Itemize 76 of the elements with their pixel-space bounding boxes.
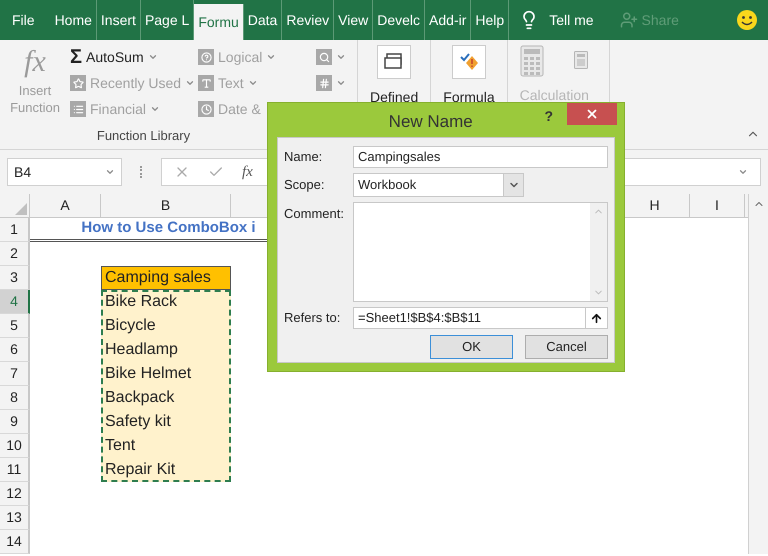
close-icon [585,107,599,121]
help-button[interactable]: ? [544,106,553,127]
header-cell: Camping sales [101,266,231,290]
row-header[interactable]: 7 [0,362,30,386]
row-header[interactable]: 3 [0,266,30,290]
field-label: Refers to: [284,309,342,328]
list-book-icon [70,101,86,117]
person-add-icon [620,11,638,29]
fx-icon[interactable]: fx [242,160,253,184]
row-header[interactable]: 12 [0,482,30,506]
row-header[interactable]: 4 [0,290,30,314]
dropdown-caret-icon [105,167,115,177]
list-cell: Tent [101,434,231,458]
expand-caret-icon [738,167,748,177]
question-book-icon [198,49,214,65]
list-cell: Bike Helmet [101,362,231,386]
caret-icon [248,78,258,88]
check-warning-icon [452,45,486,79]
grip-icon [140,166,143,178]
scope-dropdown[interactable]: Workbook [353,173,524,197]
column-header[interactable]: I [690,194,745,217]
row-header[interactable]: 13 [0,506,30,530]
math-menu-button[interactable] [316,72,346,94]
clock-book-icon [198,101,214,117]
search-book-icon [316,49,332,65]
ribbon-tab[interactable]: File [8,0,51,40]
hash-book-icon [316,75,332,91]
refers-to-field[interactable]: =Sheet1!$B$4:$B$11 [353,307,608,329]
row-header[interactable]: 8 [0,386,30,410]
row-header[interactable]: 2 [0,242,30,266]
calculator-icon [520,45,544,77]
list-cell: Bike Rack [101,290,231,314]
row-header[interactable]: 6 [0,338,30,362]
column-header[interactable]: B [101,194,231,217]
group-label: Function Library [96,126,192,145]
row-header[interactable]: 9 [0,410,30,434]
vertical-scrollbar[interactable] [748,194,768,554]
caret-icon [150,104,160,114]
field-label: Comment: [284,205,345,223]
name-box[interactable]: B4 [7,158,122,186]
fx-icon: fx [24,44,46,80]
caret-icon [148,52,158,62]
row-header[interactable]: 11 [0,458,30,482]
caret-icon [185,78,196,88]
field-label: Name: [284,148,324,166]
dialog-button[interactable]: OK [430,335,513,359]
close-button[interactable] [567,103,617,125]
collapse-dialog-icon[interactable] [590,312,603,324]
row-header[interactable]: 10 [0,434,30,458]
list-cell: Backpack [101,386,231,410]
row-header[interactable]: 5 [0,314,30,338]
field-label: Scope: [284,176,326,194]
star-book-icon [70,75,86,91]
caret-icon [266,52,276,62]
comment-field[interactable] [353,202,608,302]
row-header[interactable]: 14 [0,530,30,554]
small-calculator-icon [574,51,588,69]
column-header[interactable]: A [30,194,101,217]
stacked-pages-icon [377,45,412,79]
letter-book-icon [198,75,214,91]
caret-icon [336,78,346,88]
row-header[interactable]: 1 [0,218,30,242]
tell-me-button[interactable]: Tell me [549,10,594,30]
list-cell: Safety kit [101,410,231,434]
list-cell: Bicycle [101,314,231,338]
list-cell: Repair Kit [101,458,231,482]
caret-icon [336,52,346,62]
autosum-button[interactable]: Σ AutoSum [70,46,190,68]
dialog-button[interactable]: Cancel [525,335,608,359]
list-cell: Headlamp [101,338,231,362]
title-cell-text: How to Use ComboBox i [80,218,256,238]
sigma-icon: Σ [70,47,82,67]
lookup-menu-button[interactable] [316,46,346,68]
smiley-icon[interactable] [736,9,758,31]
ribbon-tab[interactable]: Formu [194,4,244,40]
name-field[interactable]: Campingsales [353,146,608,168]
